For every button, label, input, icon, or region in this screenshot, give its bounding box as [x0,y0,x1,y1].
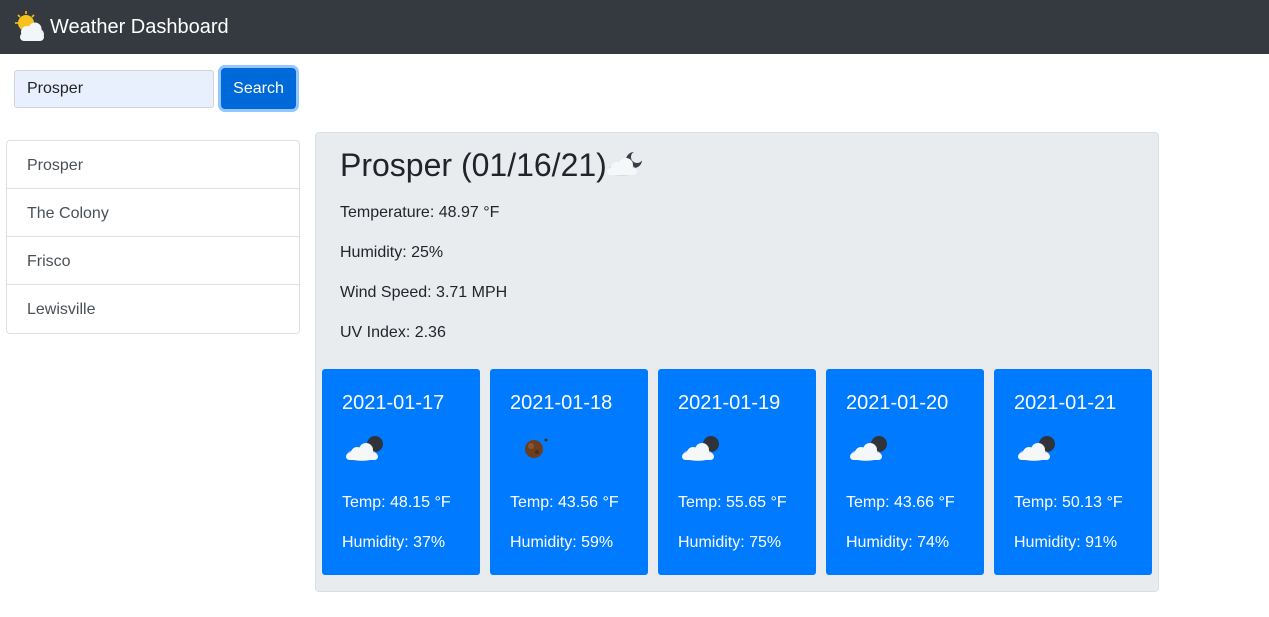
forecast-humidity: Humidity: 75% [678,534,782,551]
city-title: Prosper (01/16/21) [340,147,607,183]
search-history-list: Prosper The Colony Frisco Lewisville [6,140,300,334]
current-wind-speed: Wind Speed: 3.71 MPH [340,284,508,301]
forecast-date: 2021-01-19 [678,392,781,414]
forecast-humidity: Humidity: 59% [510,534,614,551]
forecast-card: 2021-01-18 Temp: 43.56 °F Humidity: 59% [490,369,648,575]
forecast-humidity: Humidity: 91% [1014,534,1118,551]
forecast-date: 2021-01-21 [1014,392,1117,414]
current-weather-panel: Prosper (01/16/21) Temperature: 48.97 °F… [315,132,1159,592]
forecast-date: 2021-01-18 [510,392,613,414]
cloud-night-icon [850,436,887,461]
forecast-humidity: Humidity: 37% [342,534,446,551]
current-uv-index: UV Index: 2.36 [340,324,446,341]
forecast-card: 2021-01-17 Temp: 48.15 °F Humidity: 37% [322,369,480,575]
clear-night-icon [525,438,548,458]
forecast-card: 2021-01-21 Temp: 50.13 °F Humidity: 91% [994,369,1152,575]
search-input[interactable] [14,70,214,108]
cloud-night-icon [1018,436,1055,461]
history-item-lewisville[interactable]: Lewisville [7,285,299,333]
forecast-humidity: Humidity: 74% [846,534,950,551]
current-humidity: Humidity: 25% [340,244,444,261]
cloud-night-icon [682,436,719,461]
forecast-date: 2021-01-20 [846,392,949,414]
forecast-date: 2021-01-17 [342,392,445,414]
cloud-night-icon [607,151,643,176]
forecast-temp: Temp: 50.13 °F [1014,494,1123,511]
forecast-temp: Temp: 55.65 °F [678,494,787,511]
forecast-card: 2021-01-20 Temp: 43.66 °F Humidity: 74% [826,369,984,575]
current-temperature: Temperature: 48.97 °F [340,204,500,221]
forecast-temp: Temp: 43.66 °F [846,494,955,511]
history-item-the-colony[interactable]: The Colony [7,189,299,237]
sun-behind-cloud-icon [15,11,44,41]
navbar: Weather Dashboard [0,0,1269,54]
forecast-card: 2021-01-19 Temp: 55.65 °F Humidity: 75% [658,369,816,575]
forecast-temp: Temp: 43.56 °F [510,494,619,511]
app-title: Weather Dashboard [50,16,229,38]
cloud-night-icon [346,436,383,461]
search-button[interactable]: Search [221,68,296,109]
forecast-temp: Temp: 48.15 °F [342,494,451,511]
history-item-prosper[interactable]: Prosper [7,141,299,189]
history-item-frisco[interactable]: Frisco [7,237,299,285]
